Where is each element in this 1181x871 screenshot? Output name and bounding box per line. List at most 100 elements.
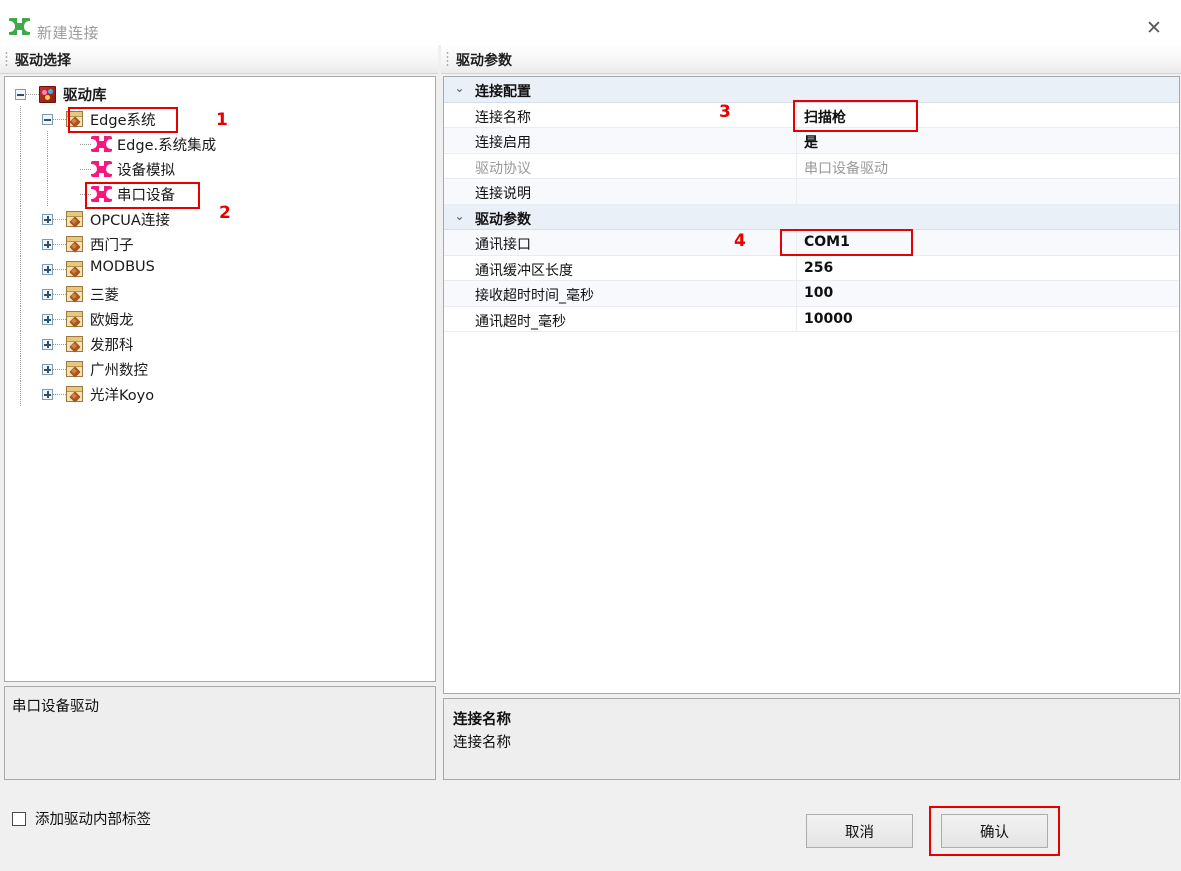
chevron-down-icon[interactable]: ⌄ xyxy=(453,82,466,95)
folder-icon xyxy=(66,336,83,353)
window-title: 新建连接 xyxy=(37,24,100,42)
tree-expander-plus-icon[interactable] xyxy=(42,339,53,350)
tree-node[interactable]: 广州数控 xyxy=(5,356,435,381)
property-name: 通讯超时_毫秒 xyxy=(475,313,566,330)
tree-node[interactable]: 西门子 xyxy=(5,231,435,256)
device-icon xyxy=(91,161,112,177)
folder-icon xyxy=(66,311,83,328)
annotation-number-4: 4 xyxy=(734,231,746,251)
property-group-label: 连接配置 xyxy=(475,84,531,100)
driver-selection-title: 驱动选择 xyxy=(15,53,71,69)
property-group-row[interactable]: ⌄ 驱动参数 xyxy=(444,204,1179,230)
add-internal-tags-label: 添加驱动内部标签 xyxy=(35,812,151,828)
property-value[interactable]: 串口设备驱动 xyxy=(804,158,888,178)
tree-expander-plus-icon[interactable] xyxy=(42,264,53,275)
device-icon xyxy=(91,186,112,202)
property-info-box: 连接名称 连接名称 xyxy=(443,698,1180,780)
tree-node-label: 欧姆龙 xyxy=(90,313,134,329)
folder-icon xyxy=(66,286,83,303)
tree-node[interactable]: Edge.系统集成 xyxy=(5,131,435,156)
tree-node[interactable]: 三菱 xyxy=(5,281,435,306)
property-row[interactable]: 连接启用 是 xyxy=(444,128,1179,154)
tree-node-label: 广州数控 xyxy=(90,363,148,379)
tree-node-label: Edge系统 xyxy=(90,113,156,129)
tree-node-label: 西门子 xyxy=(90,238,134,254)
property-row[interactable]: 连接说明 xyxy=(444,179,1179,205)
tree-node[interactable]: 欧姆龙 xyxy=(5,306,435,331)
property-value[interactable]: COM1 xyxy=(804,234,850,250)
tree-expander-minus-icon[interactable] xyxy=(42,114,53,125)
tree-node-label: 发那科 xyxy=(90,338,134,354)
tree-expander-plus-icon[interactable] xyxy=(42,364,53,375)
tree-expander-plus-icon[interactable] xyxy=(42,239,53,250)
folder-icon xyxy=(66,111,83,128)
close-icon[interactable]: ✕ xyxy=(1135,15,1173,41)
property-group-label: 驱动参数 xyxy=(475,211,531,228)
confirm-button[interactable]: 确认 xyxy=(941,814,1048,848)
tree-node-label: 光洋Koyo xyxy=(90,388,155,404)
driver-description-text: 串口设备驱动 xyxy=(12,699,99,715)
property-name: 通讯缓冲区长度 xyxy=(475,262,573,279)
property-name: 连接说明 xyxy=(475,186,531,202)
property-value[interactable]: 是 xyxy=(804,132,818,152)
driver-selection-header: 驱动选择 xyxy=(0,45,438,74)
add-internal-tags-checkbox[interactable] xyxy=(12,811,26,826)
tree-expander-plus-icon[interactable] xyxy=(42,314,53,325)
property-row[interactable]: 通讯超时_毫秒 10000 xyxy=(444,306,1179,332)
property-value[interactable]: 256 xyxy=(804,260,833,276)
folder-icon xyxy=(66,386,83,403)
tree-expander-minus-icon[interactable] xyxy=(15,89,26,100)
property-row[interactable]: 通讯缓冲区长度 256 xyxy=(444,255,1179,281)
tree-expander-plus-icon[interactable] xyxy=(42,214,53,225)
annotation-number-2: 2 xyxy=(219,203,231,223)
device-icon xyxy=(91,136,112,152)
tree-node-label: Edge.系统集成 xyxy=(117,138,217,154)
property-row[interactable]: 接收超时时间_毫秒 100 xyxy=(444,281,1179,307)
tree-expander-plus-icon[interactable] xyxy=(42,289,53,300)
title-bar: 新建连接 ✕ xyxy=(0,7,1181,45)
property-row[interactable]: 连接名称 扫描枪 xyxy=(444,102,1179,128)
tree-node-label: 串口设备 xyxy=(117,188,175,204)
property-name: 驱动协议 xyxy=(475,160,531,177)
folder-icon xyxy=(66,361,83,378)
tree-node-label: 设备模拟 xyxy=(117,163,175,179)
property-row[interactable]: 驱动协议 串口设备驱动 xyxy=(444,153,1179,179)
driver-parameters-header: 驱动参数 xyxy=(441,45,1181,74)
tree-expander-plus-icon[interactable] xyxy=(42,389,53,400)
annotation-number-3: 3 xyxy=(719,102,731,122)
add-internal-tags-checkbox-row[interactable]: 添加驱动内部标签 xyxy=(12,808,151,829)
property-value[interactable]: 扫描枪 xyxy=(804,107,846,127)
driver-tree[interactable]: 驱动库 Edge系统 Edge.系统集成 设备模拟串口设备 OPCUA连接 西门子 MODB… xyxy=(4,76,436,682)
driver-library-icon xyxy=(39,86,56,103)
chevron-down-icon[interactable]: ⌄ xyxy=(453,209,466,223)
annotation-number-1: 1 xyxy=(216,110,228,130)
folder-icon xyxy=(66,261,83,278)
tree-node[interactable]: 驱动库 xyxy=(5,81,435,106)
tree-node[interactable]: MODBUS xyxy=(5,256,435,281)
tree-node-label: OPCUA连接 xyxy=(90,213,170,229)
tree-node-label: 驱动库 xyxy=(63,88,107,104)
property-group-row[interactable]: ⌄ 连接配置 xyxy=(444,77,1179,103)
tree-node[interactable]: 设备模拟 xyxy=(5,156,435,181)
tree-node-label: 三菱 xyxy=(90,288,119,304)
driver-description-box: 串口设备驱动 xyxy=(4,686,436,780)
grip-icon xyxy=(446,51,449,67)
property-row[interactable]: 通讯接口 COM1 xyxy=(444,230,1179,256)
tree-node-label: MODBUS xyxy=(90,259,155,275)
property-name: 连接启用 xyxy=(475,135,531,151)
property-info-text: 连接名称 xyxy=(453,735,511,751)
tree-node[interactable]: 光洋Koyo xyxy=(5,381,435,406)
property-name: 通讯接口 xyxy=(475,237,531,253)
property-grid[interactable]: ⌄ 连接配置连接名称 扫描枪连接启用 是驱动协议 串口设备驱动连接说明 ⌄ 驱动参数通讯接口… xyxy=(443,76,1180,694)
property-name: 接收超时时间_毫秒 xyxy=(475,288,594,304)
property-value[interactable]: 10000 xyxy=(804,311,853,327)
grip-icon xyxy=(5,51,8,67)
property-name: 连接名称 xyxy=(475,109,531,126)
folder-icon xyxy=(66,211,83,228)
driver-parameters-title: 驱动参数 xyxy=(456,53,512,69)
cancel-button[interactable]: 取消 xyxy=(806,814,913,848)
folder-icon xyxy=(66,236,83,253)
tree-node[interactable]: 发那科 xyxy=(5,331,435,356)
property-info-title: 连接名称 xyxy=(453,712,511,728)
property-value[interactable]: 100 xyxy=(804,285,833,301)
